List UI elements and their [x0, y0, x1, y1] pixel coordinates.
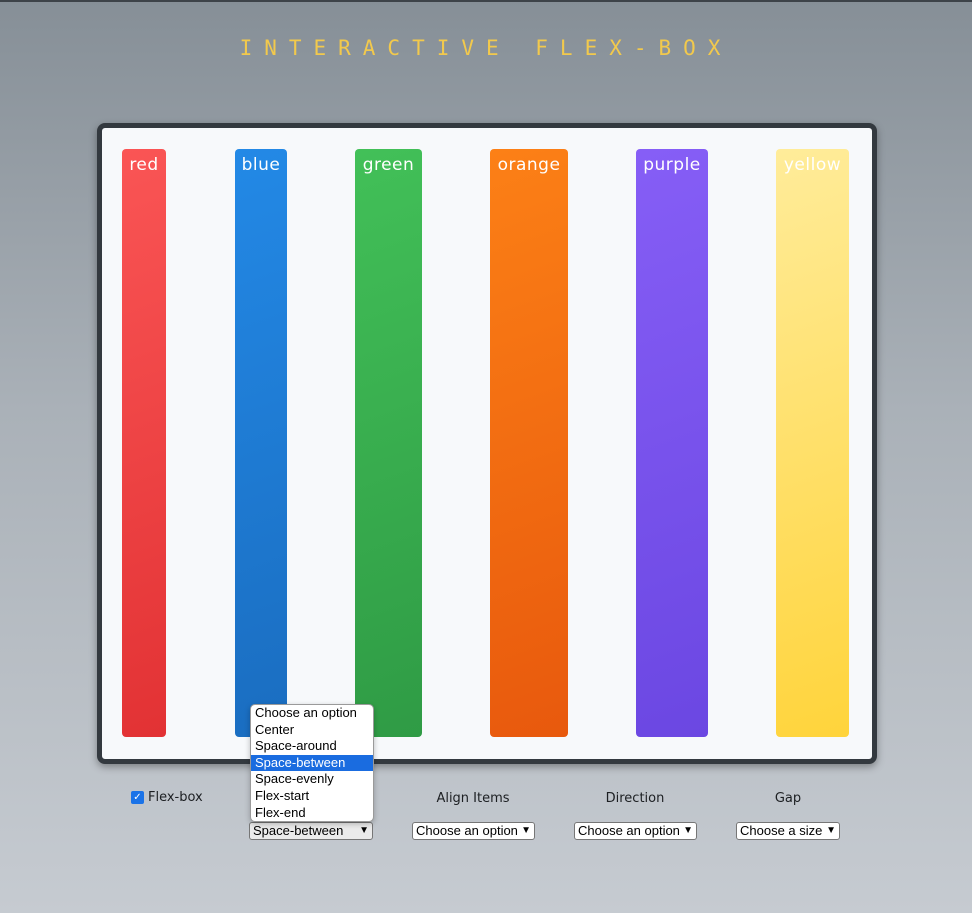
flex-item-red: red [122, 149, 166, 737]
flexbox-label: Flex-box [148, 790, 203, 805]
chevron-down-icon: ▼ [359, 825, 369, 836]
dropdown-option[interactable]: Space-around [251, 738, 373, 755]
chevron-down-icon: ▼ [683, 825, 693, 836]
align-items-label: Align Items [436, 791, 510, 806]
align-items-select[interactable]: Choose an option ▼ [412, 822, 535, 840]
direction-value: Choose an option [578, 823, 680, 838]
flex-item-purple: purple [636, 149, 708, 737]
justify-content-select[interactable]: Space-between ▼ [249, 822, 373, 840]
page-title: INTERACTIVE FLEX-BOX [239, 36, 733, 60]
direction-select[interactable]: Choose an option ▼ [574, 822, 697, 840]
align-items-value: Choose an option [416, 823, 518, 838]
dropdown-option[interactable]: Center [251, 722, 373, 739]
dropdown-option[interactable]: Flex-start [251, 788, 373, 805]
flex-item-blue: blue [235, 149, 287, 737]
flex-item-green: green [355, 149, 422, 737]
gap-value: Choose a size [740, 823, 823, 838]
gap-select[interactable]: Choose a size ▼ [736, 822, 840, 840]
gap-label: Gap [774, 791, 802, 806]
flex-container: red blue green orange purple yellow [97, 123, 877, 764]
dropdown-option-selected[interactable]: Space-between [251, 754, 373, 772]
flexbox-toggle[interactable]: ✓ Flex-box [131, 790, 203, 805]
dropdown-option[interactable]: Choose an option [251, 705, 373, 722]
checkbox-checked-icon[interactable]: ✓ [131, 791, 144, 804]
justify-content-dropdown[interactable]: Choose an option Center Space-around Spa… [250, 704, 374, 823]
justify-content-value: Space-between [253, 823, 344, 838]
flex-item-orange: orange [490, 149, 568, 737]
chevron-down-icon: ▼ [826, 825, 836, 836]
dropdown-option[interactable]: Space-evenly [251, 771, 373, 788]
chevron-down-icon: ▼ [521, 825, 531, 836]
dropdown-option[interactable]: Flex-end [251, 805, 373, 822]
flex-item-yellow: yellow [776, 149, 849, 737]
direction-label: Direction [605, 791, 665, 806]
